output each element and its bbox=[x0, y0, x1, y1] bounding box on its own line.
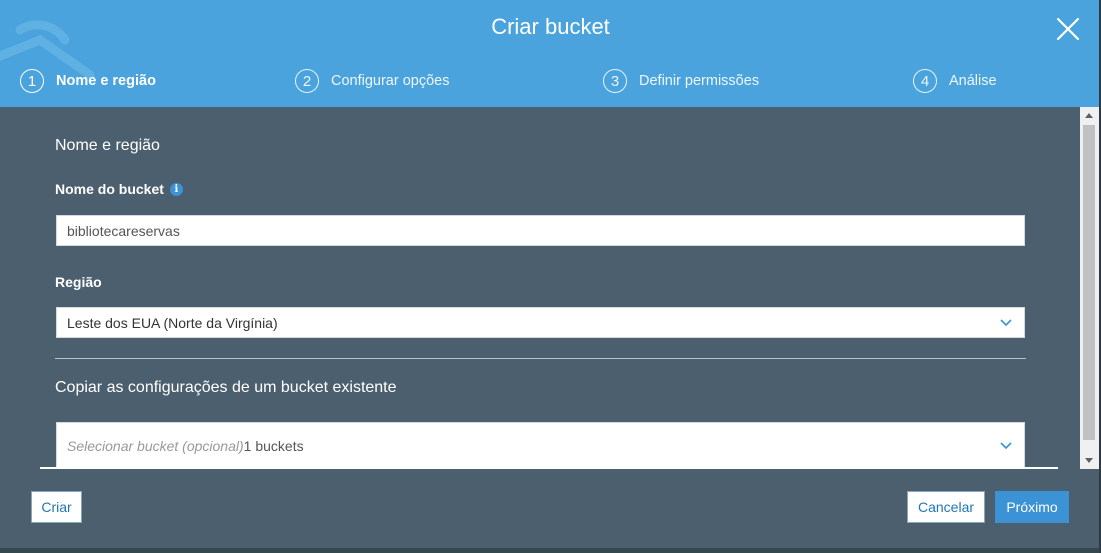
dialog-header: Criar bucket 1 Nome e região 2 Configura… bbox=[0, 0, 1101, 107]
step-label: Análise bbox=[949, 73, 997, 89]
copy-bucket-placeholder: Selecionar bucket (opcional) bbox=[67, 438, 244, 454]
step-definir-permissoes[interactable]: 3 Definir permissões bbox=[603, 67, 759, 95]
dialog-title: Criar bucket bbox=[491, 14, 610, 39]
copy-bucket-select[interactable]: Selecionar bucket (opcional) 1 buckets bbox=[56, 422, 1025, 469]
step-number-icon: 1 bbox=[20, 69, 44, 93]
copy-bucket-count: 1 buckets bbox=[243, 438, 304, 454]
cancel-button[interactable]: Cancelar bbox=[907, 491, 985, 523]
bucket-name-label: Nome do bucket i bbox=[55, 181, 183, 197]
region-label: Região bbox=[55, 274, 102, 290]
create-button[interactable]: Criar bbox=[31, 491, 82, 523]
copy-settings-title: Copiar as configurações de um bucket exi… bbox=[55, 379, 397, 396]
step-number-icon: 3 bbox=[603, 69, 627, 93]
step-label: Definir permissões bbox=[639, 73, 760, 89]
region-value: Leste dos EUA (Norte da Virgínia) bbox=[67, 314, 278, 331]
scroll-up-icon[interactable] bbox=[1085, 113, 1093, 118]
dialog-footer: Criar Cancelar Próximo bbox=[0, 469, 1101, 548]
close-icon[interactable] bbox=[1055, 16, 1081, 42]
divider bbox=[55, 358, 1026, 359]
step-number-icon: 2 bbox=[295, 69, 319, 93]
chevron-down-icon bbox=[1000, 442, 1012, 450]
next-button[interactable]: Próximo bbox=[995, 491, 1069, 523]
vertical-scrollbar[interactable] bbox=[1080, 107, 1099, 469]
region-select[interactable]: Leste dos EUA (Norte da Virgínia) bbox=[56, 307, 1025, 338]
step-nome-e-regiao[interactable]: 1 Nome e região bbox=[20, 67, 156, 95]
step-label: Configurar opções bbox=[331, 73, 450, 89]
bottom-edge bbox=[0, 548, 1101, 553]
scroll-thumb[interactable] bbox=[1083, 125, 1095, 440]
info-icon[interactable]: i bbox=[169, 182, 183, 196]
step-label: Nome e região bbox=[56, 73, 156, 89]
bucket-name-input[interactable]: bibliotecareservas bbox=[56, 215, 1025, 246]
chevron-down-icon bbox=[1000, 318, 1012, 326]
bucket-name-value: bibliotecareservas bbox=[67, 222, 180, 239]
form-panel: Nome e região Nome do bucket i bibliotec… bbox=[0, 107, 1080, 469]
section-title: Nome e região bbox=[55, 137, 160, 154]
scroll-down-icon[interactable] bbox=[1085, 458, 1093, 463]
step-analise[interactable]: 4 Análise bbox=[913, 67, 997, 95]
step-configurar-opcoes[interactable]: 2 Configurar opções bbox=[295, 67, 450, 95]
step-number-icon: 4 bbox=[913, 69, 937, 93]
bucket-name-label-text: Nome do bucket bbox=[55, 181, 164, 197]
region-label-text: Região bbox=[55, 274, 102, 290]
